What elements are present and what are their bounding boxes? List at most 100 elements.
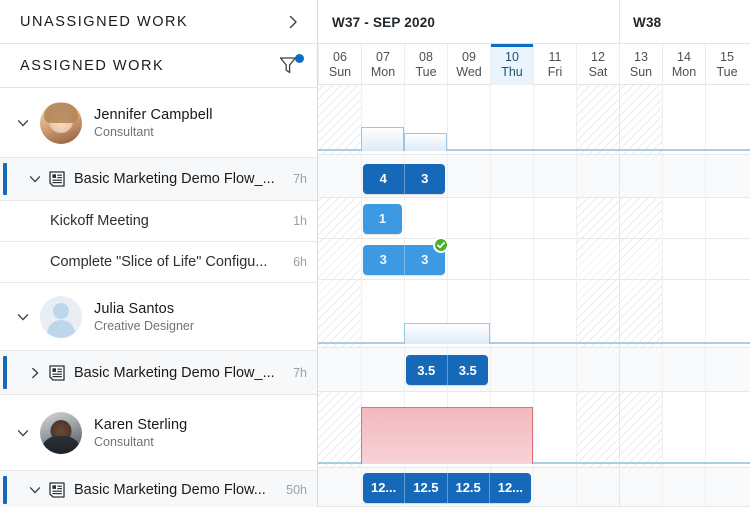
- chevron-right-icon[interactable]: [22, 360, 48, 386]
- week-separator: [619, 0, 620, 44]
- day-name: Sat: [589, 65, 608, 80]
- person-name: Jennifer Campbell: [94, 107, 213, 123]
- project-icon: [48, 481, 66, 499]
- sidebar-row-list: Jennifer Campbell Consultant Basic Marketi…: [0, 88, 317, 507]
- day-name: Mon: [672, 65, 696, 80]
- chevron-down-icon[interactable]: [10, 304, 36, 330]
- today-indicator: [491, 44, 533, 47]
- task-hours: 1h: [293, 214, 307, 228]
- day-column-header[interactable]: 08Tue: [404, 44, 447, 85]
- person-role: Consultant: [94, 125, 213, 139]
- day-column-header[interactable]: 11Fri: [533, 44, 576, 85]
- allocation-segment[interactable]: 12...: [490, 473, 531, 503]
- week-header: W37 - SEP 2020W38: [318, 0, 750, 44]
- timeline-row[interactable]: [318, 348, 750, 392]
- project-row[interactable]: Basic Marketing Demo Flow...50h: [0, 471, 317, 507]
- day-column-header[interactable]: 13Sun: [619, 44, 662, 85]
- person-name: Karen Sterling: [94, 417, 187, 433]
- day-number: 06: [333, 50, 347, 65]
- allocation-bar[interactable]: 12...12.512.512...: [363, 473, 531, 503]
- day-column-header[interactable]: 07Mon: [361, 44, 404, 85]
- task-row[interactable]: Kickoff Meeting 1h: [0, 201, 317, 242]
- day-column-header[interactable]: 06Sun: [318, 44, 361, 85]
- day-number: 14: [677, 50, 691, 65]
- chevron-down-icon[interactable]: [10, 110, 36, 136]
- day-number: 12: [591, 50, 605, 65]
- day-column-header[interactable]: 14Mon: [662, 44, 705, 85]
- completed-check-icon: [433, 237, 449, 253]
- allocation-segment[interactable]: 12.5: [448, 473, 490, 503]
- day-column-header[interactable]: 15Tue: [705, 44, 748, 85]
- project-hours: 50h: [286, 483, 307, 497]
- day-number: 08: [419, 50, 433, 65]
- unassigned-work-header[interactable]: UNASSIGNED WORK: [0, 0, 317, 44]
- task-row[interactable]: Complete "Slice of Life" Configu...6h: [0, 242, 317, 283]
- timeline-row[interactable]: [318, 280, 750, 348]
- assigned-work-header: ASSIGNED WORK: [0, 44, 317, 88]
- week-label: W38: [619, 0, 748, 44]
- day-number: 09: [462, 50, 476, 65]
- allocation-bar[interactable]: 33: [363, 245, 445, 275]
- filter-icon[interactable]: [277, 54, 303, 78]
- allocation-segment[interactable]: 3.5: [448, 355, 489, 385]
- allocation-segment[interactable]: 4: [363, 164, 405, 194]
- day-column-header[interactable]: 09Wed: [447, 44, 490, 85]
- project-row[interactable]: Basic Marketing Demo Flow_... 7h: [0, 351, 317, 395]
- day-column-header[interactable]: 10Thu: [490, 44, 533, 85]
- chevron-down-icon[interactable]: [22, 166, 48, 192]
- day-number: 13: [634, 50, 648, 65]
- allocation-segment[interactable]: 12...: [363, 473, 405, 503]
- timeline-panel: W37 - SEP 2020W38 06Sun07Mon08Tue09Wed10…: [318, 0, 750, 507]
- day-name: Sun: [329, 65, 351, 80]
- day-number: 07: [376, 50, 390, 65]
- allocation-bar[interactable]: 3.53.5: [406, 355, 488, 385]
- unassigned-work-title: UNASSIGNED WORK: [20, 14, 283, 30]
- day-header: 06Sun07Mon08Tue09Wed10Thu11Fri12Sat13Sun…: [318, 44, 750, 85]
- allocation-segment[interactable]: 3: [405, 164, 446, 194]
- allocation-segment[interactable]: 1: [363, 204, 402, 234]
- allocation-bar[interactable]: 43: [363, 164, 445, 194]
- project-name: Basic Marketing Demo Flow_...: [74, 365, 285, 381]
- day-name: Tue: [415, 65, 436, 80]
- avatar: [40, 412, 82, 454]
- row-accent-bar: [3, 476, 7, 504]
- task-name: Kickoff Meeting: [50, 213, 285, 229]
- capacity-block[interactable]: [361, 127, 404, 151]
- overallocation-block[interactable]: [361, 407, 533, 464]
- allocation-segment[interactable]: 12.5: [405, 473, 447, 503]
- resource-planner: UNASSIGNED WORK ASSIGNED WORK Jennifer C…: [0, 0, 750, 507]
- day-number: 11: [549, 50, 562, 65]
- allocation-segment[interactable]: 3: [363, 245, 405, 275]
- project-hours: 7h: [293, 366, 307, 380]
- row-accent-bar: [3, 163, 7, 195]
- filter-active-dot: [295, 54, 304, 63]
- day-name: Fri: [548, 65, 563, 80]
- chevron-right-icon[interactable]: [283, 12, 303, 32]
- person-row[interactable]: Julia SantosCreative Designer: [0, 283, 317, 351]
- day-name: Wed: [456, 65, 481, 80]
- capacity-baseline: [318, 342, 750, 344]
- project-icon: [48, 364, 66, 382]
- project-name: Basic Marketing Demo Flow_...: [74, 171, 285, 187]
- avatar: [40, 102, 82, 144]
- person-row[interactable]: Jennifer Campbell Consultant: [0, 88, 317, 158]
- day-name: Mon: [371, 65, 395, 80]
- capacity-block[interactable]: [404, 133, 447, 151]
- day-column-header[interactable]: 12Sat: [576, 44, 619, 85]
- assigned-work-title: ASSIGNED WORK: [20, 58, 277, 74]
- avatar: [40, 296, 82, 338]
- task-name: Complete "Slice of Life" Configu...: [50, 254, 285, 270]
- allocation-segment[interactable]: 3.5: [406, 355, 448, 385]
- allocation-bar[interactable]: 1: [363, 204, 402, 234]
- person-row[interactable]: Karen Sterling Consultant: [0, 395, 317, 471]
- week-label: W37 - SEP 2020: [318, 0, 619, 44]
- project-icon: [48, 170, 66, 188]
- project-row[interactable]: Basic Marketing Demo Flow_... 7h: [0, 158, 317, 201]
- chevron-down-icon[interactable]: [22, 477, 48, 503]
- person-role: Consultant: [94, 435, 187, 449]
- project-hours: 7h: [293, 172, 307, 186]
- timeline-grid[interactable]: 431333.53.512...12.512.512...: [318, 85, 750, 507]
- chevron-down-icon[interactable]: [10, 420, 36, 446]
- capacity-block[interactable]: [404, 323, 490, 344]
- day-name: Tue: [716, 65, 737, 80]
